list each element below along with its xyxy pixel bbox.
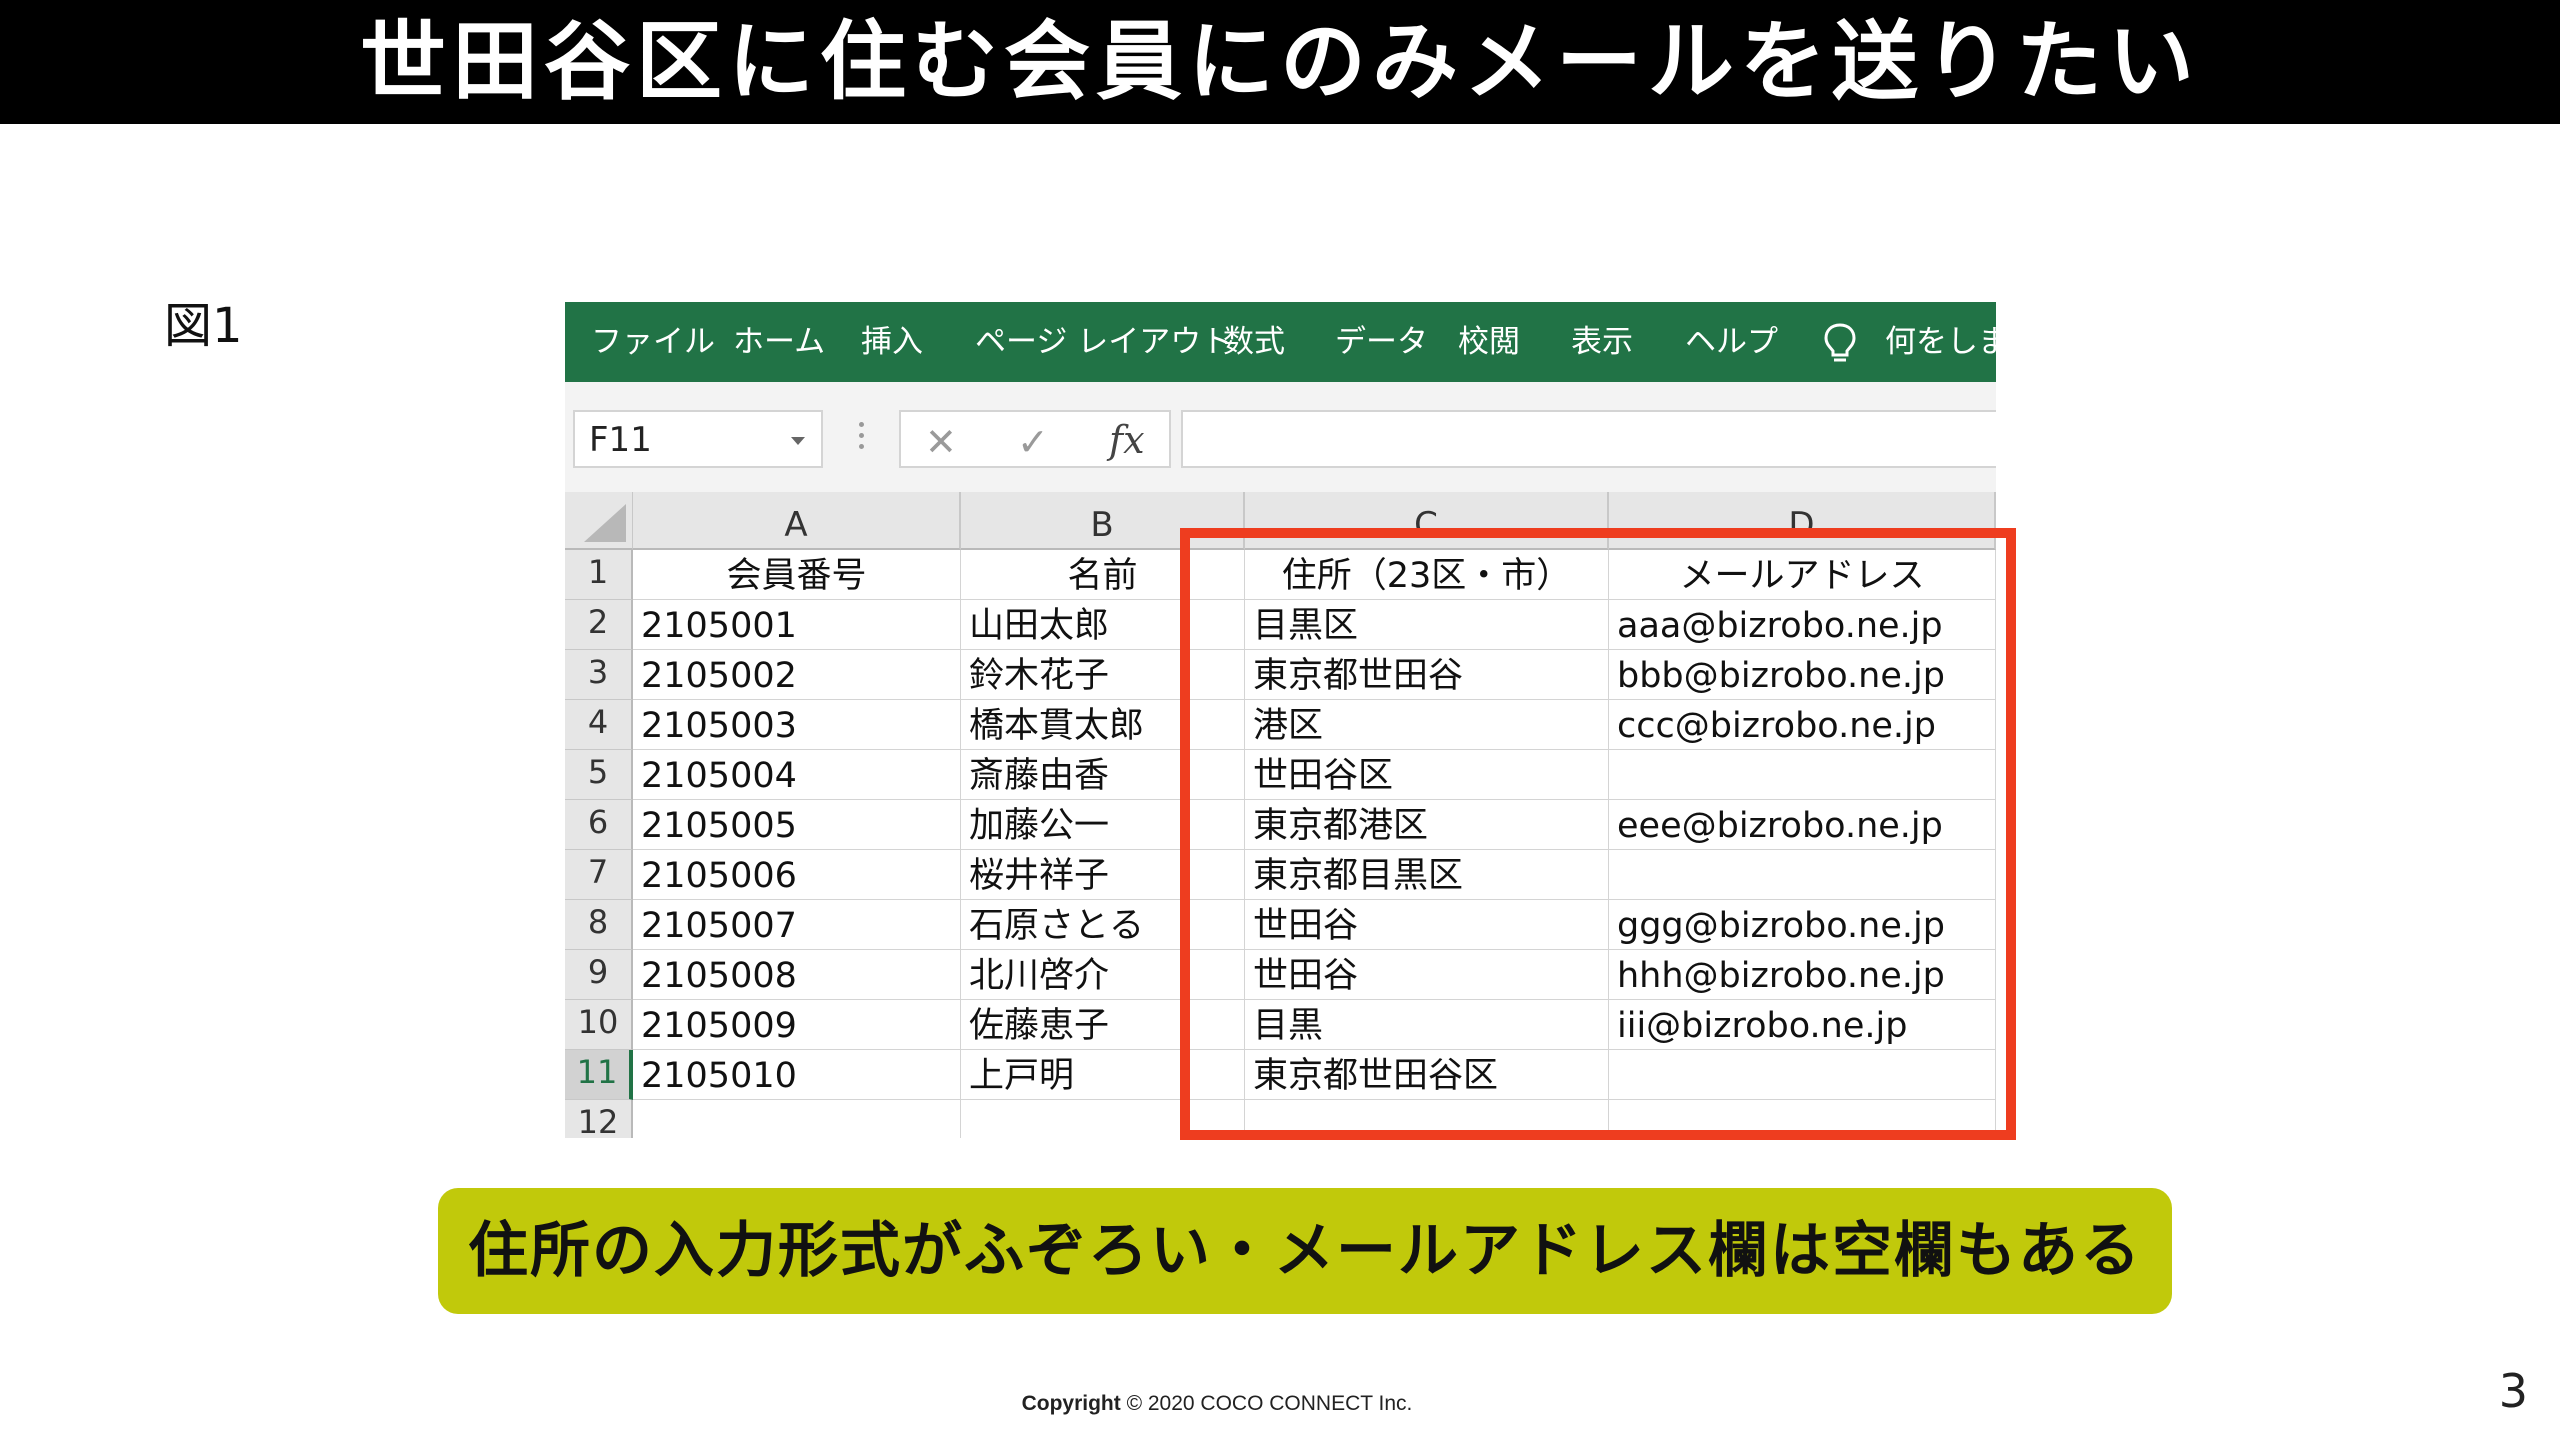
row-header-1[interactable]: 1 xyxy=(565,550,633,600)
slide-title: 世田谷区に住む会員にのみメールを送りたい xyxy=(360,12,2200,112)
tab-data[interactable]: データ xyxy=(1335,302,1428,382)
row-header-9[interactable]: 9 xyxy=(565,950,633,1000)
lightbulb-icon[interactable] xyxy=(1819,321,1861,365)
tab-review[interactable]: 校閲 xyxy=(1458,302,1520,382)
insert-function-icon[interactable]: fx xyxy=(1109,418,1145,462)
tell-me-box[interactable]: 何をします xyxy=(1885,302,1996,382)
callout-text: 住所の入力形式がふぞろい・メールアドレス欄は空欄もある xyxy=(468,1216,2142,1286)
table-cell[interactable]: 2105007 xyxy=(633,900,961,950)
row-header-5[interactable]: 5 xyxy=(565,750,633,800)
row-header-10[interactable]: 10 xyxy=(565,1000,633,1050)
table-cell[interactable]: 2105002 xyxy=(633,650,961,700)
cell-header-a[interactable]: 会員番号 xyxy=(633,550,961,600)
row-header-12[interactable]: 12 xyxy=(565,1100,633,1138)
tab-insert[interactable]: 挿入 xyxy=(861,302,923,382)
tab-file[interactable]: ファイル xyxy=(591,302,715,382)
tab-view[interactable]: 表示 xyxy=(1571,302,1633,382)
table-cell[interactable]: 2105010 xyxy=(633,1050,961,1100)
formula-buttons: ✕ ✓ fx xyxy=(899,410,1171,468)
drag-handle-icon[interactable] xyxy=(858,422,866,456)
name-box[interactable]: F11 xyxy=(573,410,823,468)
row-header-2[interactable]: 2 xyxy=(565,600,633,650)
tab-formulas[interactable]: 数式 xyxy=(1223,302,1285,382)
row-header-11[interactable]: 11 xyxy=(565,1050,633,1100)
row-header-6[interactable]: 6 xyxy=(565,800,633,850)
table-cell[interactable]: 2105003 xyxy=(633,700,961,750)
copyright: Copyright © 2020 COCO CONNECT Inc. xyxy=(0,1392,2434,1416)
column-header-a[interactable]: A xyxy=(633,492,961,550)
enter-icon[interactable]: ✓ xyxy=(1017,420,1049,464)
tab-home[interactable]: ホーム xyxy=(733,302,825,382)
table-cell[interactable]: 2105006 xyxy=(633,850,961,900)
table-cell-empty[interactable] xyxy=(633,1100,961,1138)
ribbon: ファイル ホーム 挿入 ページ レイアウト 数式 データ 校閲 表示 ヘルプ 何… xyxy=(565,302,1996,382)
cancel-icon[interactable]: ✕ xyxy=(925,420,957,464)
figure-label: 図1 xyxy=(164,298,243,354)
tab-help[interactable]: ヘルプ xyxy=(1685,302,1778,382)
table-cell[interactable]: 2105009 xyxy=(633,1000,961,1050)
tab-page-layout[interactable]: ページ レイアウト xyxy=(975,302,1232,382)
formula-bar-input[interactable] xyxy=(1181,410,1996,468)
formula-area: F11 ✕ ✓ fx xyxy=(565,382,1996,492)
select-all-corner[interactable] xyxy=(565,492,633,550)
chevron-down-icon[interactable] xyxy=(791,437,805,445)
page-number: 3 xyxy=(2498,1364,2528,1418)
table-cell[interactable]: 2105004 xyxy=(633,750,961,800)
highlight-box xyxy=(1180,528,2016,1140)
row-header-8[interactable]: 8 xyxy=(565,900,633,950)
row-header-4[interactable]: 4 xyxy=(565,700,633,750)
row-header-7[interactable]: 7 xyxy=(565,850,633,900)
name-box-value: F11 xyxy=(589,420,652,460)
copyright-rest: © 2020 COCO CONNECT Inc. xyxy=(1120,1392,1413,1415)
table-cell[interactable]: 2105005 xyxy=(633,800,961,850)
copyright-prefix: Copyright xyxy=(1021,1392,1121,1415)
callout-banner: 住所の入力形式がふぞろい・メールアドレス欄は空欄もある xyxy=(438,1188,2172,1314)
row-header-3[interactable]: 3 xyxy=(565,650,633,700)
table-cell[interactable]: 2105008 xyxy=(633,950,961,1000)
table-cell[interactable]: 2105001 xyxy=(633,600,961,650)
